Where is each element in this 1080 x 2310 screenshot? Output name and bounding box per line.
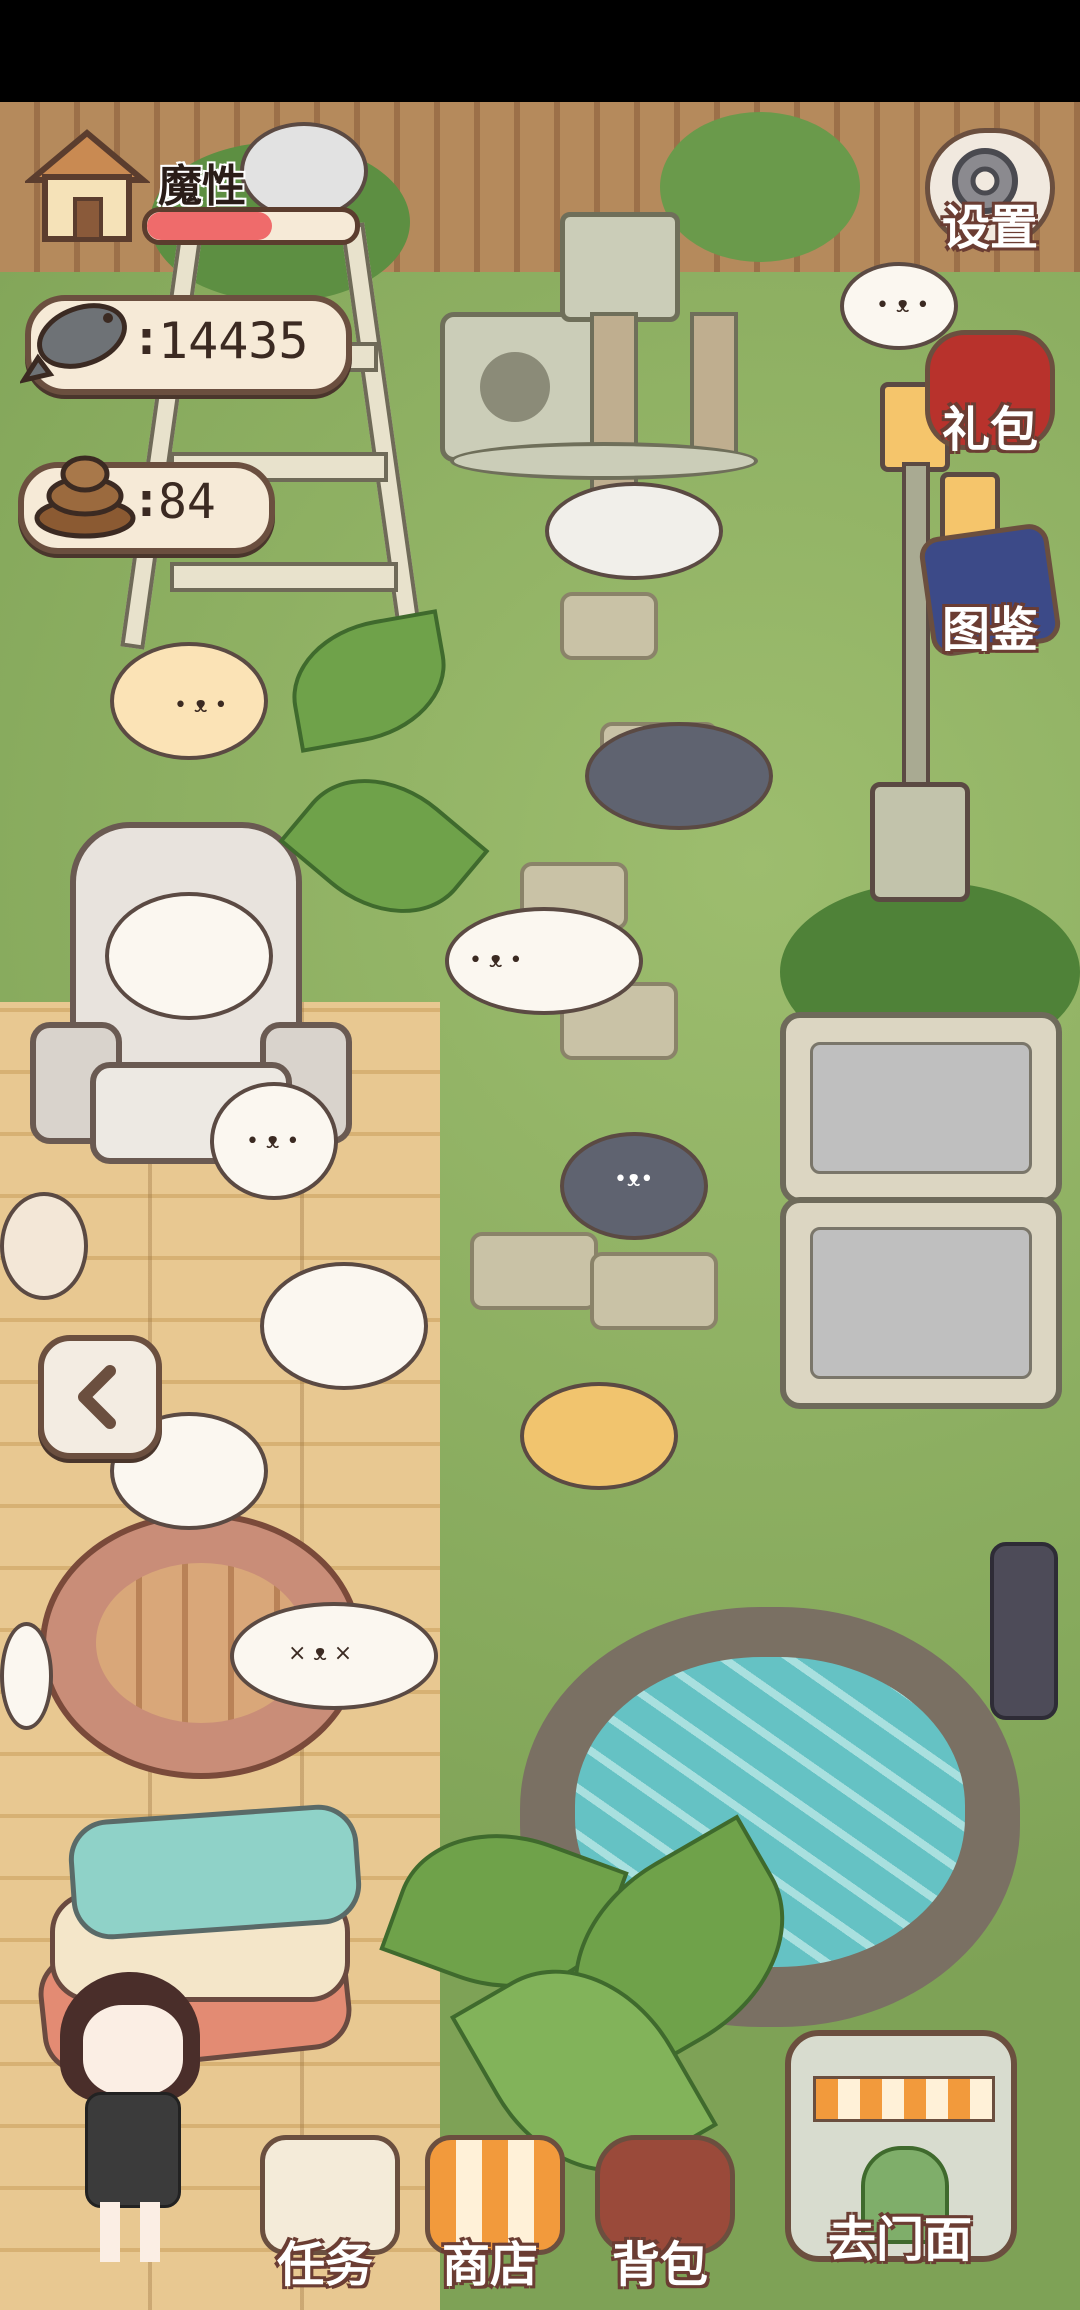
system-status-bar: [0, 0, 1080, 102]
stepping-stone: [470, 1232, 598, 1310]
fish-count: 14435: [158, 312, 309, 370]
fish-prefix: :: [132, 310, 161, 366]
cat-fluffy-white[interactable]: [105, 892, 273, 1020]
cat-lying-back[interactable]: [545, 482, 723, 580]
home-button[interactable]: [22, 125, 152, 250]
cat-white-lying[interactable]: • ᴥ •: [445, 907, 643, 1015]
girl-character[interactable]: [40, 1972, 220, 2272]
cat-siamese-lying[interactable]: × ᴥ ×: [230, 1602, 438, 1710]
gift-pack-button[interactable]: 礼包: [925, 330, 1055, 460]
catalog-label: 图鉴: [941, 602, 1038, 658]
stepping-stone: [560, 592, 658, 660]
back-arrow-icon: [78, 1365, 116, 1429]
settings-button[interactable]: 设置: [925, 128, 1055, 258]
cat-offscreen[interactable]: [0, 1622, 53, 1730]
planter-box[interactable]: [780, 1197, 1062, 1409]
poop-count: 84: [158, 474, 216, 530]
water-pump[interactable]: [990, 1542, 1058, 1720]
back-button[interactable]: [38, 1335, 162, 1459]
stepping-stone: [590, 1252, 718, 1330]
poop-icon: [30, 440, 140, 540]
house-icon: [22, 129, 152, 242]
catalog-button[interactable]: 图鉴: [917, 521, 1063, 660]
poop-prefix: :: [132, 472, 161, 528]
backpack-label: 背包: [611, 2237, 708, 2293]
mood-bar: [142, 207, 360, 245]
storefront-label: 去门面: [827, 2212, 972, 2268]
cat-calico[interactable]: [0, 1192, 88, 1300]
storefront-button[interactable]: 去门面: [775, 2020, 1025, 2270]
fish-icon: [20, 280, 140, 390]
gift-pack-label: 礼包: [941, 402, 1038, 458]
cat-gray-tabby[interactable]: [240, 122, 368, 220]
ladder-shelf: [110, 222, 430, 650]
cat-orange-tabby[interactable]: [520, 1382, 678, 1490]
mood-label: 魔性: [158, 161, 246, 212]
shop-label: 商店: [441, 2237, 538, 2293]
mood-bar-fill: [147, 212, 272, 240]
planter-box[interactable]: [780, 1012, 1062, 1204]
backpack-button[interactable]: 背包: [585, 2125, 735, 2295]
cat-tower[interactable]: [440, 192, 770, 500]
settings-label: 设置: [941, 200, 1038, 256]
shop-button[interactable]: 商店: [415, 2125, 565, 2295]
cat-gray-tuxedo[interactable]: •ᴥ•: [560, 1132, 708, 1240]
tasks-button[interactable]: 任务: [250, 2125, 400, 2295]
cat-cream-on-chair[interactable]: • ᴥ •: [110, 642, 268, 760]
tasks-label: 任务: [276, 2237, 373, 2293]
cat-siamese[interactable]: • ᴥ •: [210, 1082, 338, 1200]
garden-scene[interactable]: • ᴥ • • ᴥ • •ᴥ• • ᴥ • • ᴥ • × ᴥ ×: [0, 102, 1080, 2310]
cat-gray-sleeping[interactable]: [585, 722, 773, 830]
cat-gray-tabby-sitting[interactable]: [260, 1262, 428, 1390]
